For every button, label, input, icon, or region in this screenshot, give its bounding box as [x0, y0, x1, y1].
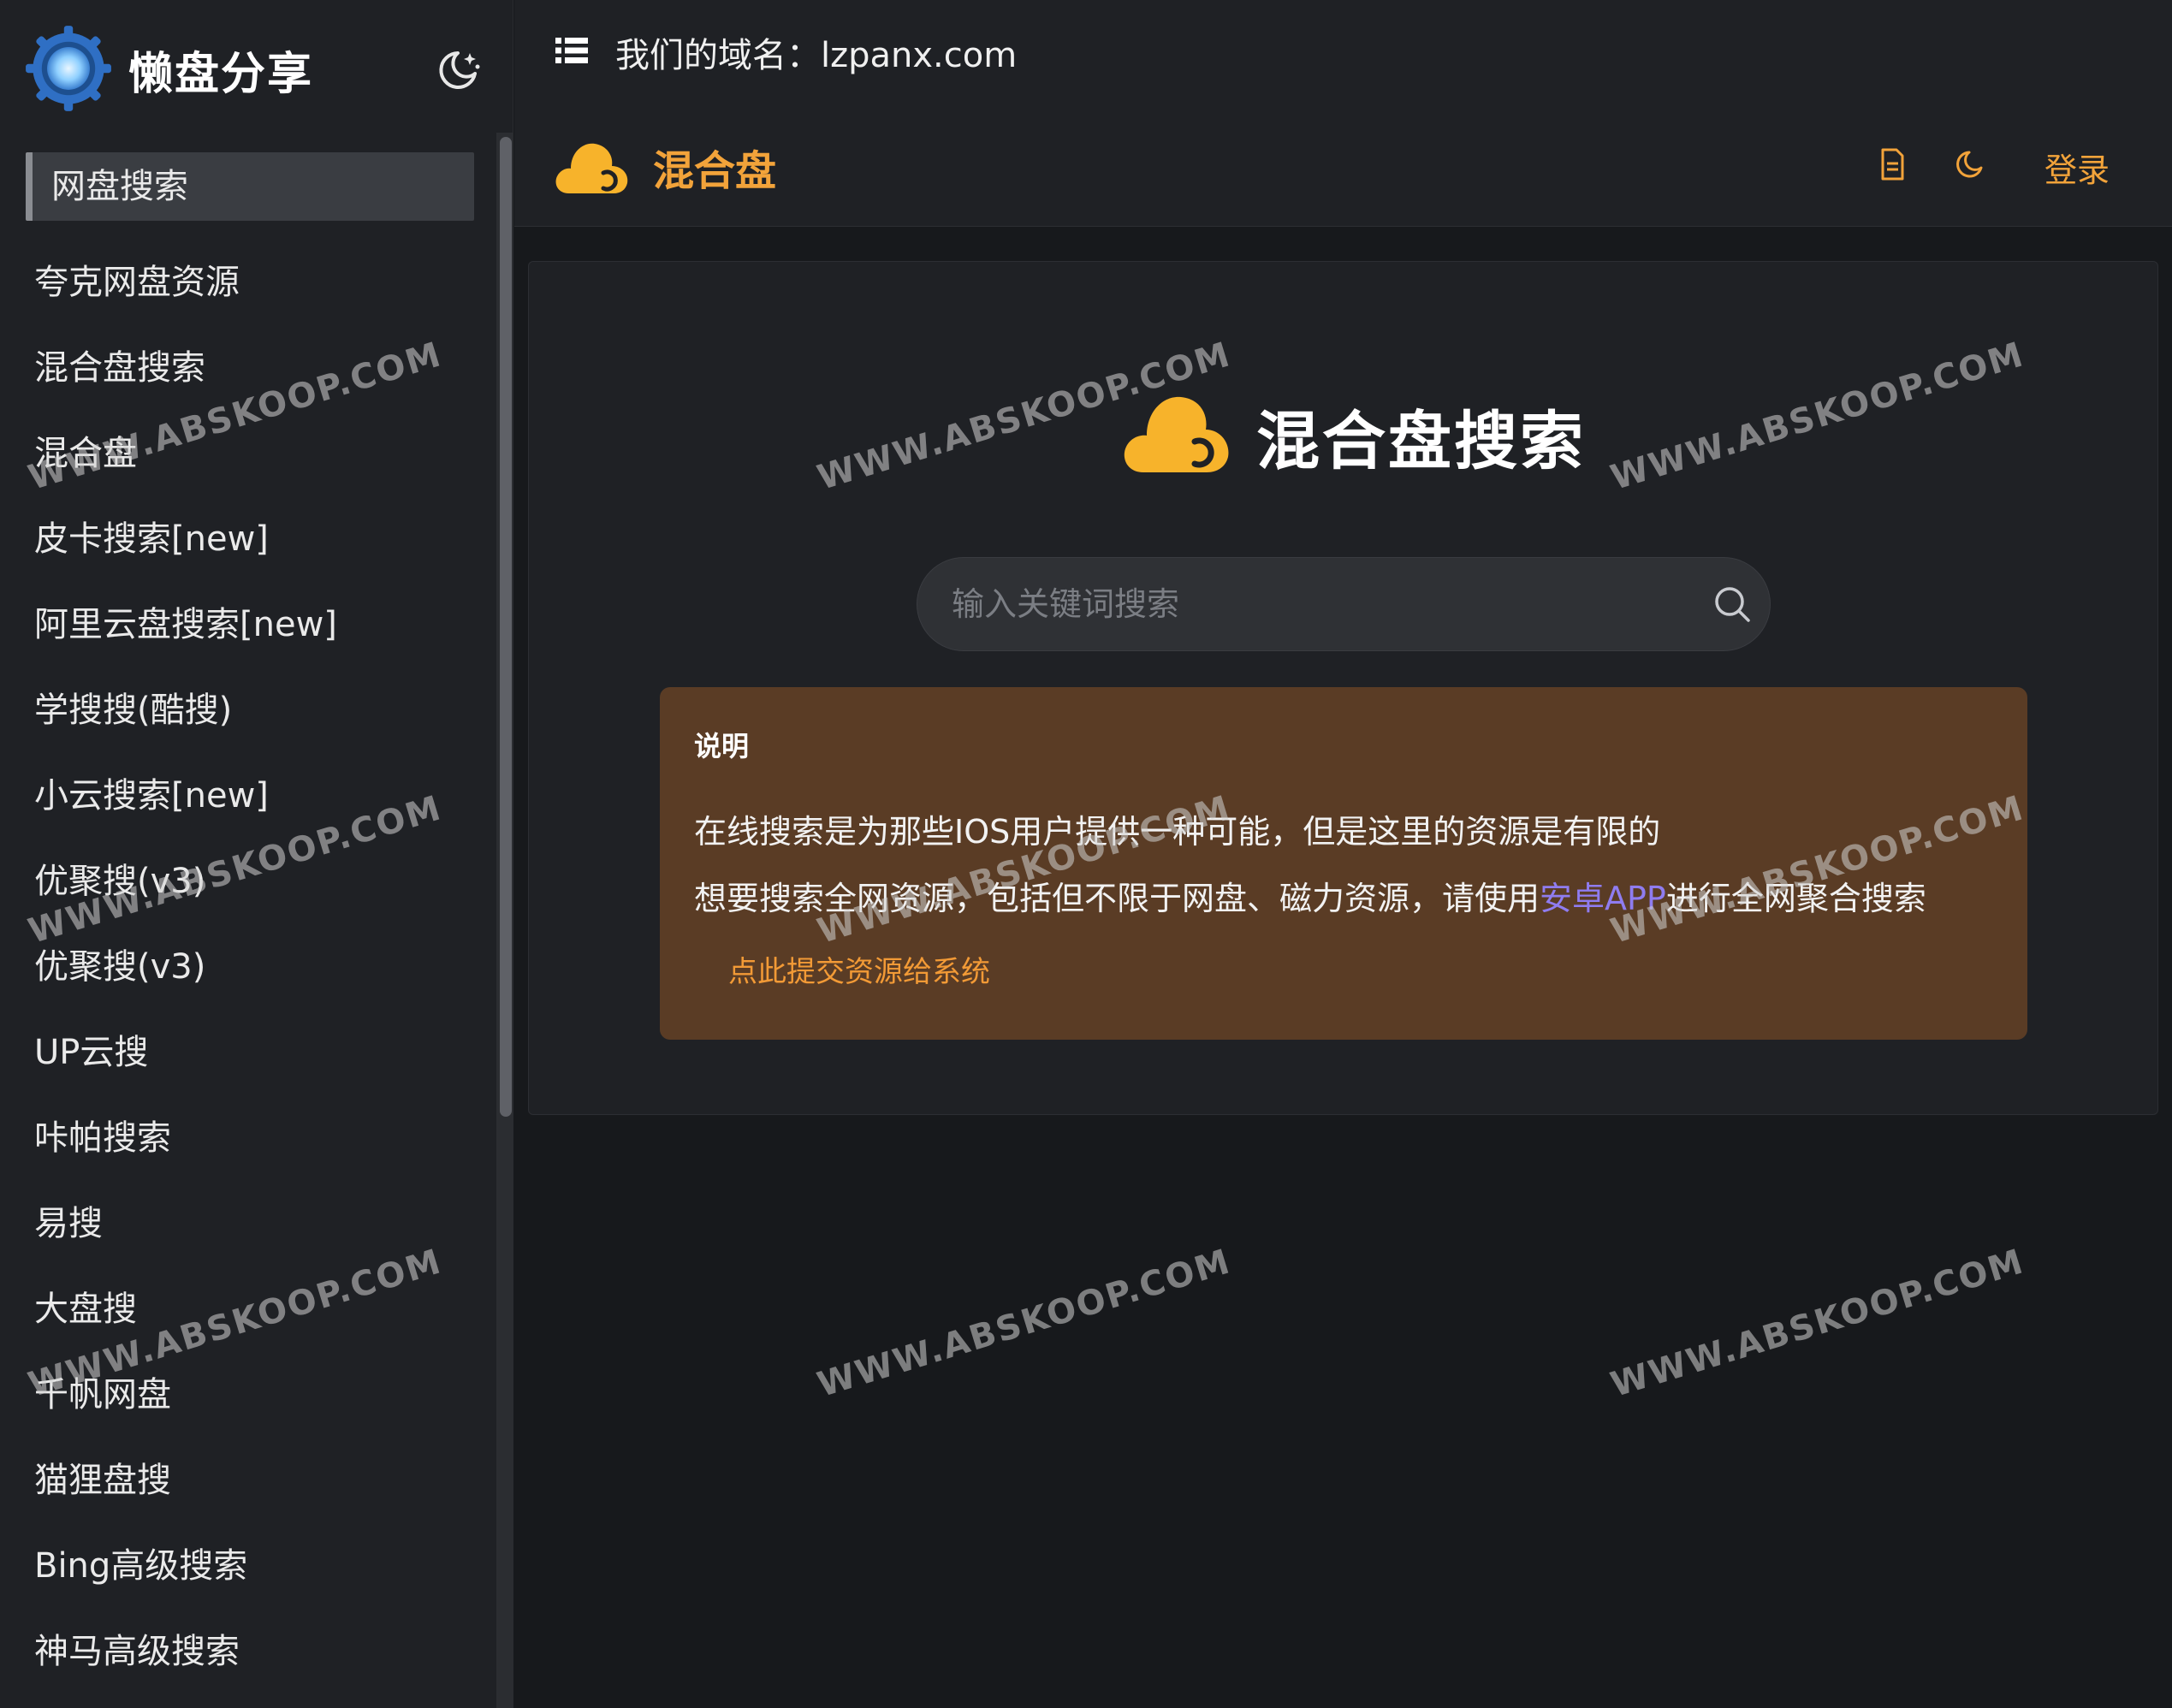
sidebar-item-shenma[interactable]: 神马高级搜索	[26, 1617, 474, 1686]
sidebar-item-mixed-search[interactable]: 混合盘搜索	[26, 334, 474, 402]
sidebar-item-yisou[interactable]: 易搜	[26, 1189, 474, 1258]
cloud-logo-icon[interactable]	[554, 133, 631, 195]
search-bar	[917, 557, 1771, 651]
search-icon[interactable]	[1713, 585, 1751, 623]
sidebar-item-xuesou[interactable]: 学搜搜(酷搜)	[26, 676, 474, 744]
sidebar-scrollbar-thumb[interactable]	[500, 137, 512, 1117]
notice-line-2: 想要搜索全网资源，包括但不限于网盘、磁力资源，请使用安卓APP进行全网聚合搜索	[694, 872, 1926, 919]
sidebar-header: 懒盘分享	[0, 0, 513, 137]
notice-line-1: 在线搜索是为那些IOS用户提供一种可能，但是这里的资源是有限的	[694, 813, 1661, 851]
sidebar-item-aliyun[interactable]: 阿里云盘搜索[new]	[26, 590, 474, 659]
search-card: 混合盘搜索 说明 在线搜索是为那些IOS用户提供一种可能，但是这里的资源是有限的…	[528, 261, 2158, 1115]
moon-icon[interactable]	[1952, 147, 1986, 181]
sidebar-item-bing[interactable]: Bing高级搜索	[26, 1532, 474, 1600]
hero-title: 混合盘搜索	[1256, 405, 1586, 478]
site-name-link[interactable]: 混合盘	[653, 137, 776, 197]
sidebar-item-upyun[interactable]: UP云搜	[26, 1018, 474, 1087]
brand-title: 懒盘分享	[128, 49, 314, 100]
watermark: WWW.ABSKOOP.COM	[1606, 1242, 2029, 1405]
sidebar-item-youjusou-1[interactable]: 优聚搜(v3)	[26, 847, 474, 916]
sidebar-item-quark[interactable]: 夸克网盘资源	[26, 248, 474, 317]
search-input[interactable]	[952, 558, 1688, 650]
watermark: WWW.ABSKOOP.COM	[813, 1242, 1236, 1405]
android-app-link[interactable]: 安卓APP	[1540, 880, 1666, 917]
sidebar-item-xiaoyun[interactable]: 小云搜索[new]	[26, 762, 474, 830]
site-header: 混合盘 登录	[514, 103, 2172, 227]
login-link[interactable]: 登录	[2044, 144, 2110, 191]
notice-line-2-prefix: 想要搜索全网资源，包括但不限于网盘、磁力资源，请使用	[694, 880, 1540, 917]
sidebar-item-maoli[interactable]: 猫狸盘搜	[26, 1446, 474, 1515]
sidebar-item-youjusou-2[interactable]: 优聚搜(v3)	[26, 933, 474, 1001]
sidebar-item-kapa[interactable]: 咔帕搜索	[26, 1104, 474, 1172]
moon-stars-icon[interactable]	[432, 44, 484, 96]
gear-logo-icon	[26, 26, 111, 111]
domain-notice: 我们的域名：lzpanx.com	[615, 36, 1018, 75]
notice-title: 说明	[694, 730, 750, 762]
top-bar: 我们的域名：lzpanx.com	[514, 0, 2172, 103]
document-icon[interactable]	[1878, 147, 1907, 181]
list-menu-icon[interactable]	[555, 38, 588, 63]
notice-box: 说明 在线搜索是为那些IOS用户提供一种可能，但是这里的资源是有限的 想要搜索全…	[660, 687, 2027, 1040]
cloud-hero-icon	[1124, 396, 1229, 472]
sidebar-item-dapan[interactable]: 大盘搜	[26, 1275, 474, 1343]
notice-line-2-suffix: 进行全网聚合搜索	[1665, 880, 1926, 917]
sidebar: 懒盘分享 网盘搜索 夸克网盘资源 混合盘搜索 混合盘 皮卡搜索[new] 阿里云…	[0, 0, 513, 1708]
sidebar-item-qianfan[interactable]: 千帆网盘	[26, 1361, 474, 1429]
sidebar-item-mixed[interactable]: 混合盘	[26, 419, 474, 488]
sidebar-item-pika[interactable]: 皮卡搜索[new]	[26, 505, 474, 573]
submit-resource-link[interactable]: 点此提交资源给系统	[728, 948, 990, 990]
sidebar-item-pan-search[interactable]: 网盘搜索	[26, 152, 474, 221]
